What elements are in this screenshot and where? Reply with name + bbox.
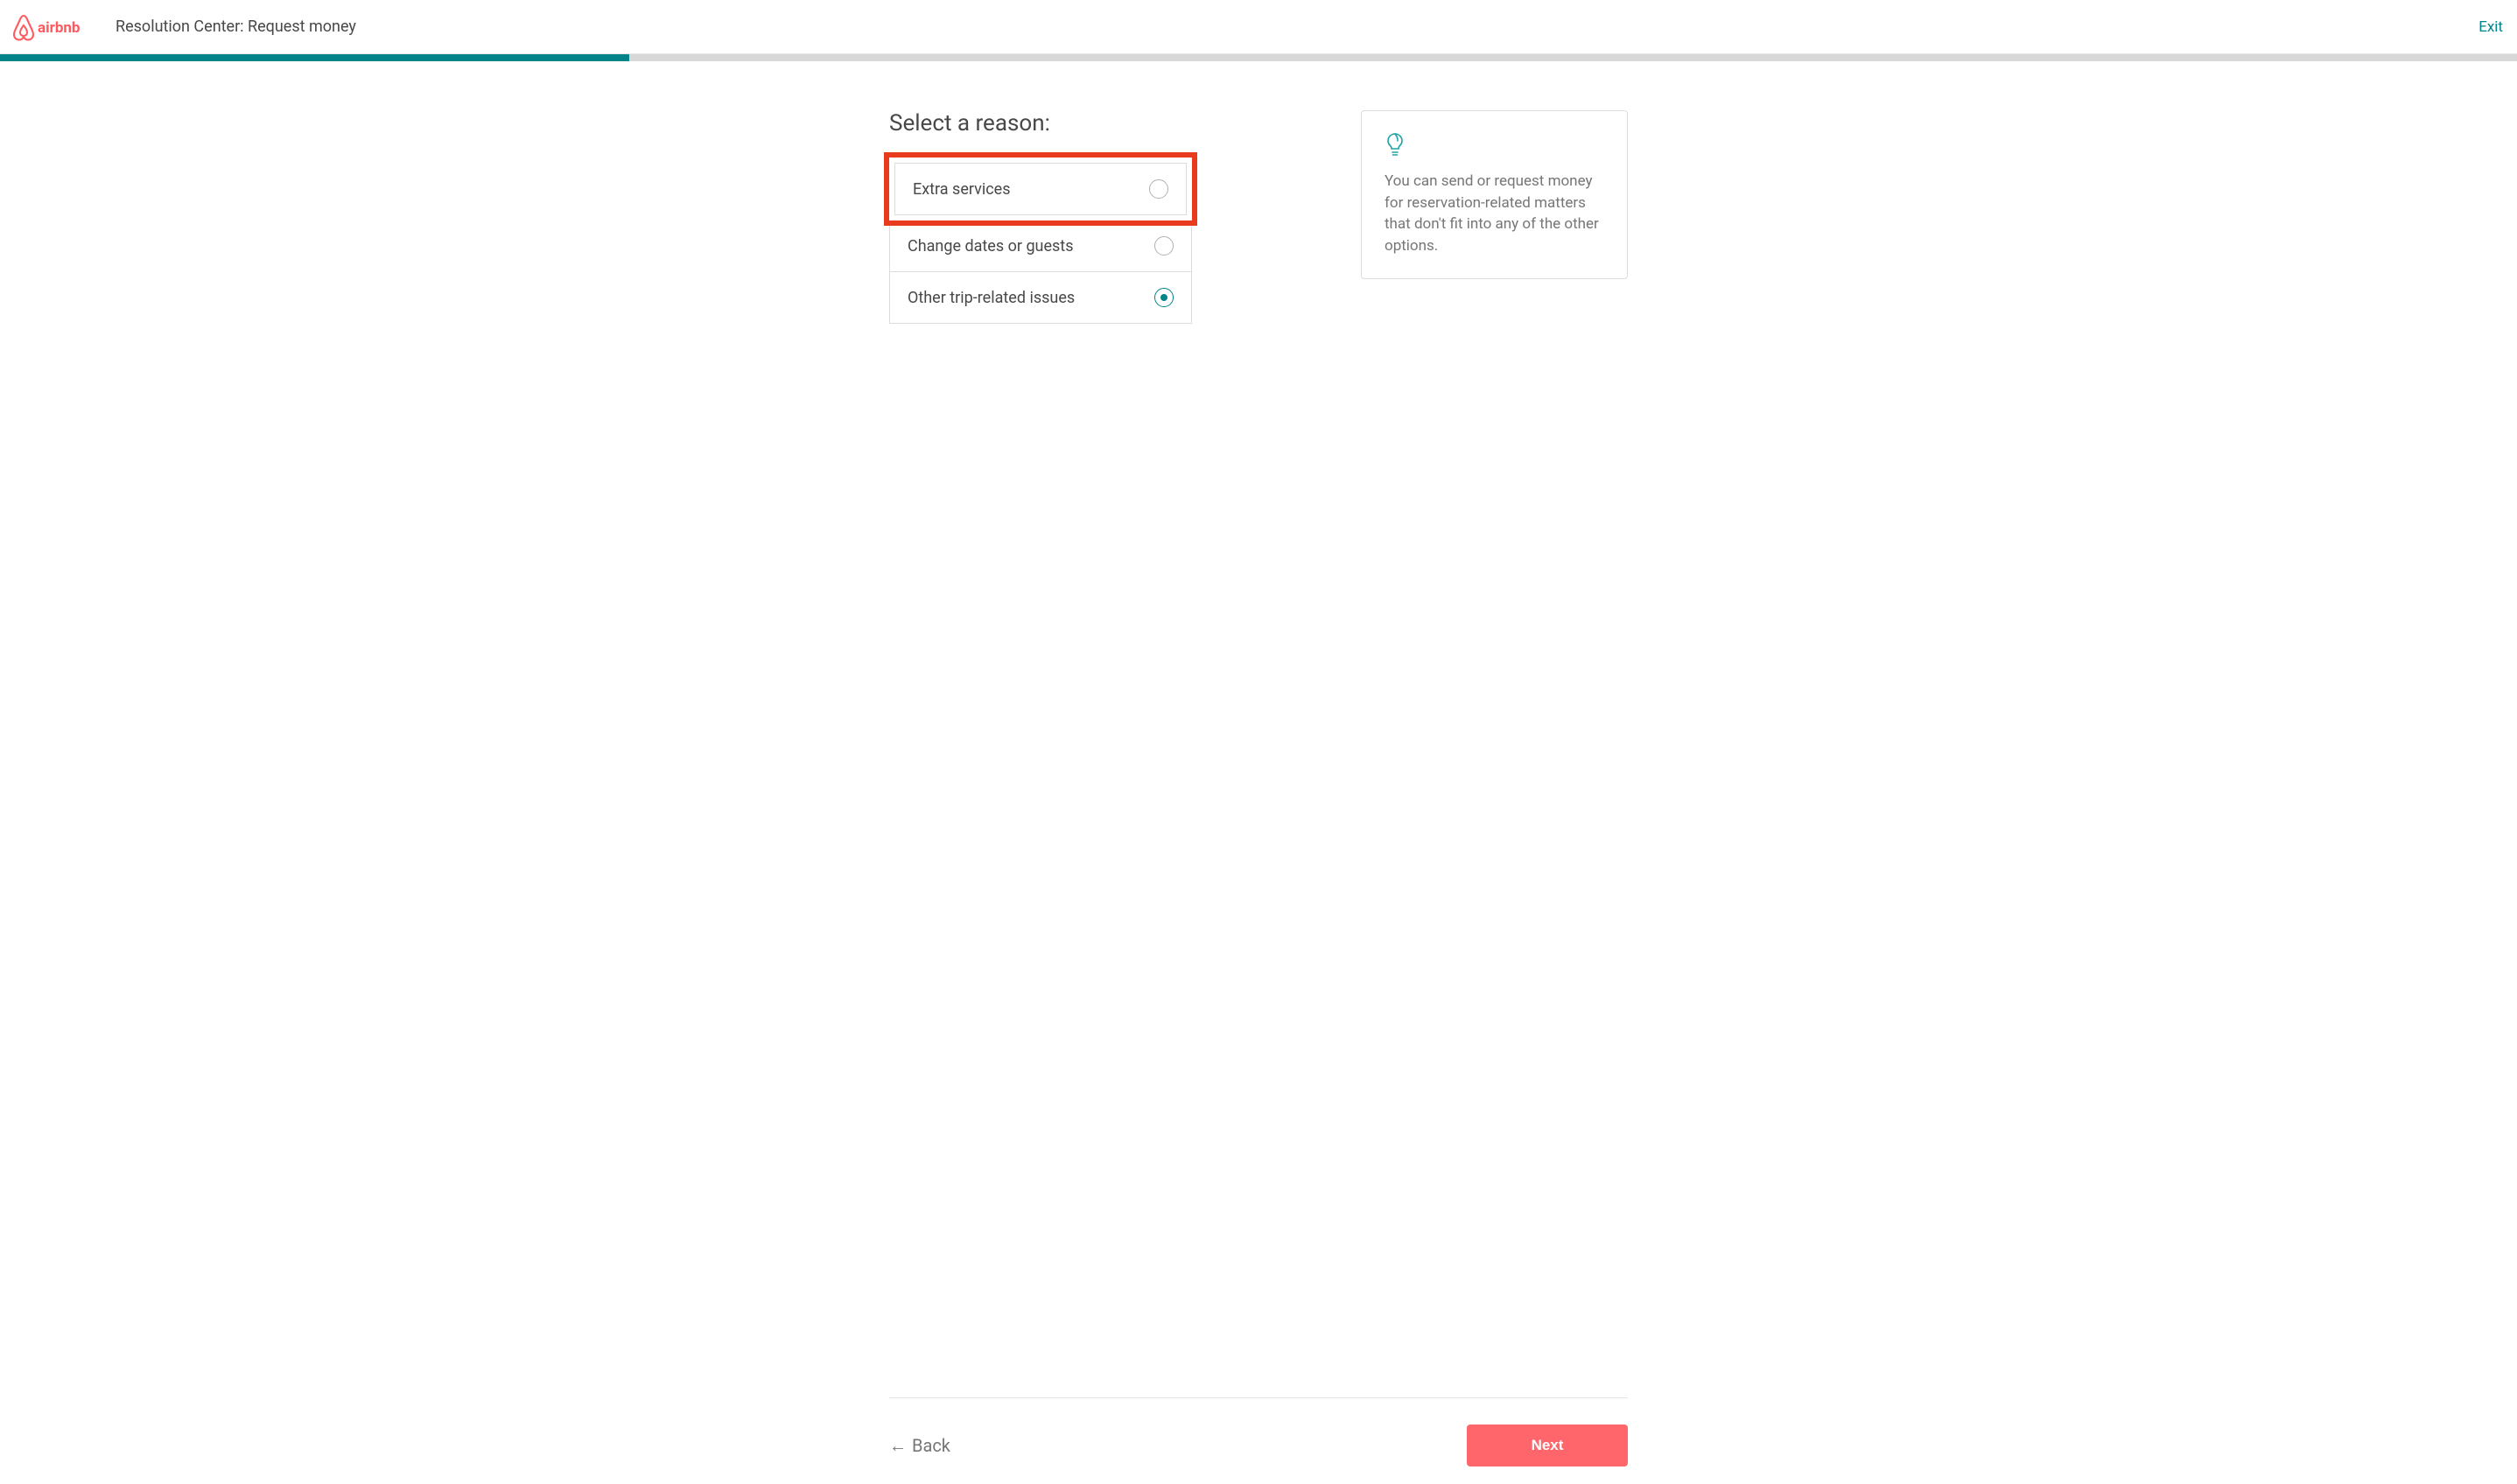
arrow-left-icon: ← [889,1435,907,1457]
airbnb-logo-icon: airbnb [11,12,98,42]
reason-option-extra-services[interactable]: Extra services [894,163,1187,215]
header: airbnb Resolution Center: Request money … [0,0,2517,54]
tip-card: You can send or request money for reserv… [1361,110,1628,279]
page-title: Select a reason: [889,110,1192,136]
reason-label: Extra services [913,180,1011,199]
main-row: Select a reason: Extra services Change d… [889,61,1628,324]
reason-option-other-issues[interactable]: Other trip-related issues [890,271,1191,323]
header-left: airbnb Resolution Center: Request money [11,12,356,42]
radio-icon [1154,288,1174,307]
radio-icon [1154,236,1174,256]
svg-text:airbnb: airbnb [38,19,80,37]
brand-logo[interactable]: airbnb [11,12,98,42]
next-button[interactable]: Next [1467,1424,1628,1466]
reason-options: Change dates or guests Other trip-relate… [889,220,1192,324]
tip-column: You can send or request money for reserv… [1227,110,1628,279]
page-header-title: Resolution Center: Request money [116,18,356,36]
lightbulb-icon [1385,132,1604,158]
reason-label: Other trip-related issues [908,289,1075,307]
main-container: Select a reason: Extra services Change d… [889,61,1628,1484]
radio-icon [1149,179,1168,199]
tip-text: You can send or request money for reserv… [1385,171,1604,257]
exit-link[interactable]: Exit [2478,18,2503,36]
back-button[interactable]: ← Back [889,1435,950,1457]
reason-label: Change dates or guests [908,237,1073,256]
progress-fill [0,54,629,61]
progress-bar [0,54,2517,61]
reason-option-change-dates[interactable]: Change dates or guests [890,220,1191,271]
reason-column: Select a reason: Extra services Change d… [889,110,1192,324]
back-label: Back [912,1435,950,1456]
wizard-footer: ← Back Next [889,1397,1628,1466]
annotation-highlight: Extra services [884,152,1197,226]
